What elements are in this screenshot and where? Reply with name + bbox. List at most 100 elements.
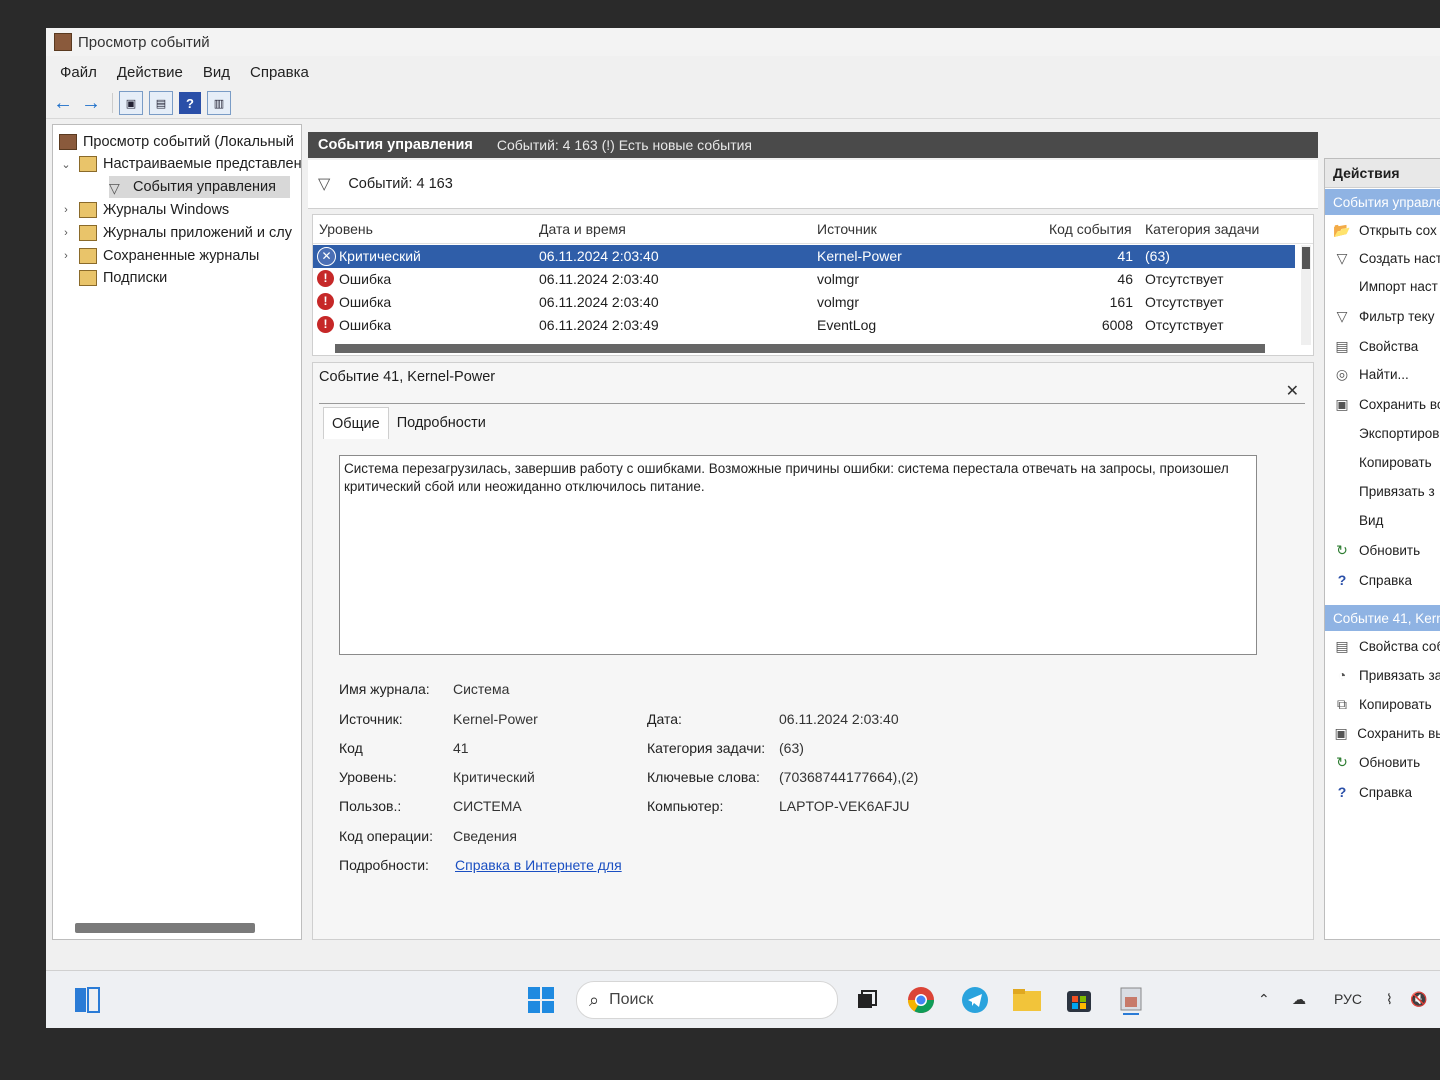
chevron-up-icon[interactable]: ⌃ bbox=[1258, 991, 1270, 1008]
online-help-link[interactable]: Справка в Интернете для bbox=[455, 857, 622, 873]
close-icon[interactable]: ✕ bbox=[1286, 381, 1299, 401]
chevron-right-icon[interactable]: › bbox=[59, 250, 73, 262]
action-attach-task[interactable]: Привязать з bbox=[1325, 478, 1440, 504]
language-indicator[interactable]: РУС bbox=[1334, 991, 1362, 1007]
tree-root[interactable]: Просмотр событий (Локальный bbox=[59, 131, 294, 153]
action-open-saved[interactable]: 📂 Открыть сох bbox=[1325, 217, 1440, 243]
telegram-icon[interactable] bbox=[960, 985, 990, 1015]
chrome-icon[interactable] bbox=[906, 985, 936, 1015]
filter-icon: ▽ bbox=[318, 176, 331, 193]
table-row[interactable]: ✕ Критический 06.11.2024 2:03:40 Kernel-… bbox=[313, 245, 1295, 268]
action-save-all[interactable]: ▣ Сохранить вс bbox=[1325, 391, 1440, 417]
row-datetime: 06.11.2024 2:03:40 bbox=[539, 248, 659, 264]
task-view-icon[interactable] bbox=[852, 985, 882, 1015]
table-row[interactable]: ! Ошибка 06.11.2024 2:03:40 volmgr 46 От… bbox=[313, 268, 1295, 291]
action-help[interactable]: ? Справка bbox=[1325, 567, 1440, 593]
taskbar-search[interactable]: ⌕ Поиск bbox=[576, 981, 838, 1019]
col-event-code[interactable]: Код события bbox=[1049, 221, 1132, 237]
action-import-custom[interactable]: Импорт наст bbox=[1325, 273, 1440, 299]
menu-file[interactable]: Файл bbox=[60, 64, 97, 81]
widgets-icon[interactable] bbox=[72, 985, 102, 1015]
console-tree-icon[interactable]: ▤ bbox=[149, 91, 173, 115]
help-icon[interactable]: ? bbox=[179, 92, 201, 114]
prop-computer-label: Компьютер: bbox=[647, 798, 724, 814]
tree-saved-logs-label: Сохраненные журналы bbox=[103, 248, 260, 264]
error-icon: ! bbox=[317, 270, 334, 287]
tree-admin-events[interactable]: ▽ События управления bbox=[109, 176, 290, 198]
chevron-down-icon[interactable]: ⌄ bbox=[59, 158, 73, 171]
actions-section-event[interactable]: Событие 41, Kerne bbox=[1325, 605, 1440, 631]
action-create-custom[interactable]: ▽ Создать наст bbox=[1325, 245, 1440, 271]
action-save-selected[interactable]: ▣ Сохранить вы bbox=[1325, 720, 1440, 746]
prop-source-label: Источник: bbox=[339, 711, 403, 727]
action-pane-icon[interactable]: ▥ bbox=[207, 91, 231, 115]
chevron-right-icon[interactable]: › bbox=[59, 227, 73, 239]
action-refresh-event[interactable]: ↻ Обновить bbox=[1325, 749, 1440, 775]
task-icon: ◔ bbox=[1337, 667, 1347, 683]
row-level: Критический bbox=[339, 248, 421, 264]
store-icon[interactable] bbox=[1064, 985, 1094, 1015]
row-code: 46 bbox=[1117, 271, 1133, 287]
tree-custom-views[interactable]: ⌄ Настраиваемые представлен bbox=[59, 153, 302, 175]
action-refresh[interactable]: ↻ Обновить bbox=[1325, 537, 1440, 563]
col-task-category[interactable]: Категория задачи bbox=[1145, 221, 1259, 237]
col-source[interactable]: Источник bbox=[817, 221, 877, 237]
prop-date: 06.11.2024 2:03:40 bbox=[779, 711, 899, 727]
action-view[interactable]: Вид bbox=[1325, 507, 1440, 533]
tree-saved-logs[interactable]: › Сохраненные журналы bbox=[59, 245, 259, 267]
action-label: Привязать за bbox=[1359, 667, 1440, 683]
col-level[interactable]: Уровень bbox=[319, 221, 373, 237]
menu-help[interactable]: Справка bbox=[250, 64, 309, 81]
prop-code: 41 bbox=[453, 740, 469, 756]
action-attach-task-event[interactable]: ◔ Привязать за bbox=[1325, 662, 1440, 688]
folder-up-icon[interactable]: ▣ bbox=[119, 91, 143, 115]
wifi-icon[interactable]: ⌇ bbox=[1386, 991, 1393, 1008]
action-label: Обновить bbox=[1359, 754, 1421, 770]
action-event-properties[interactable]: ▤ Свойства соб bbox=[1325, 633, 1440, 659]
menu-view[interactable]: Вид bbox=[203, 64, 230, 81]
action-help-event[interactable]: ? Справка bbox=[1325, 779, 1440, 805]
scroll-thumb[interactable] bbox=[1302, 247, 1310, 269]
back-arrow-icon[interactable]: ← bbox=[52, 92, 74, 114]
tree-subscriptions[interactable]: Подписки bbox=[79, 267, 167, 289]
pane-header-title: События управления bbox=[318, 137, 473, 153]
onedrive-icon[interactable]: ☁ bbox=[1292, 991, 1306, 1008]
action-copy[interactable]: Копировать bbox=[1325, 449, 1440, 475]
search-placeholder: Поиск bbox=[609, 991, 654, 1008]
file-explorer-icon[interactable] bbox=[1012, 985, 1042, 1015]
prop-log-name-label: Имя журнала: bbox=[339, 681, 430, 697]
row-code: 6008 bbox=[1101, 317, 1133, 333]
action-properties[interactable]: ▤ Свойства bbox=[1325, 333, 1440, 359]
tab-general[interactable]: Общие bbox=[323, 407, 389, 439]
grid-horizontal-scrollbar[interactable] bbox=[335, 344, 1265, 353]
row-category: Отсутствует bbox=[1145, 317, 1224, 333]
toolbar: ← → ▣ ▤ ? ▥ bbox=[46, 88, 1440, 119]
windows-start-icon[interactable] bbox=[526, 985, 556, 1015]
copy-icon: ⧉ bbox=[1337, 695, 1347, 712]
actions-section-admin-events[interactable]: События управле bbox=[1325, 189, 1440, 215]
volume-icon[interactable]: 🔇 bbox=[1410, 991, 1427, 1008]
event-viewer-taskbar-icon[interactable] bbox=[1116, 985, 1146, 1015]
row-source: volmgr bbox=[817, 294, 860, 310]
tree-horizontal-scrollbar[interactable] bbox=[75, 923, 255, 933]
forward-arrow-icon[interactable]: → bbox=[80, 92, 102, 114]
action-label: Свойства bbox=[1359, 338, 1419, 354]
action-export[interactable]: Экспортиров bbox=[1325, 420, 1440, 446]
grid-vertical-scrollbar[interactable] bbox=[1301, 245, 1311, 345]
menu-action[interactable]: Действие bbox=[117, 64, 183, 81]
tree-app-logs[interactable]: › Журналы приложений и слу bbox=[59, 222, 292, 244]
table-row[interactable]: ! Ошибка 06.11.2024 2:03:49 EventLog 600… bbox=[313, 314, 1295, 337]
action-copy-event[interactable]: ⧉ Копировать bbox=[1325, 691, 1440, 717]
col-datetime[interactable]: Дата и время bbox=[539, 221, 626, 237]
tree-windows-logs[interactable]: › Журналы Windows bbox=[59, 199, 229, 221]
prop-computer: LAPTOP-VEK6AFJU bbox=[779, 798, 910, 814]
chevron-right-icon[interactable]: › bbox=[59, 204, 73, 216]
action-filter-current[interactable]: ▽ Фильтр теку bbox=[1325, 303, 1440, 329]
binoculars-icon: ◎ bbox=[1335, 365, 1349, 382]
action-find[interactable]: ◎ Найти... bbox=[1325, 361, 1440, 387]
action-label: Вид bbox=[1359, 512, 1384, 528]
tab-details[interactable]: Подробности bbox=[389, 407, 494, 439]
folder-icon bbox=[79, 248, 97, 264]
table-row[interactable]: ! Ошибка 06.11.2024 2:03:40 volmgr 161 О… bbox=[313, 291, 1295, 314]
pane-header: События управления Событий: 4 163 (!) Ес… bbox=[308, 132, 1318, 158]
